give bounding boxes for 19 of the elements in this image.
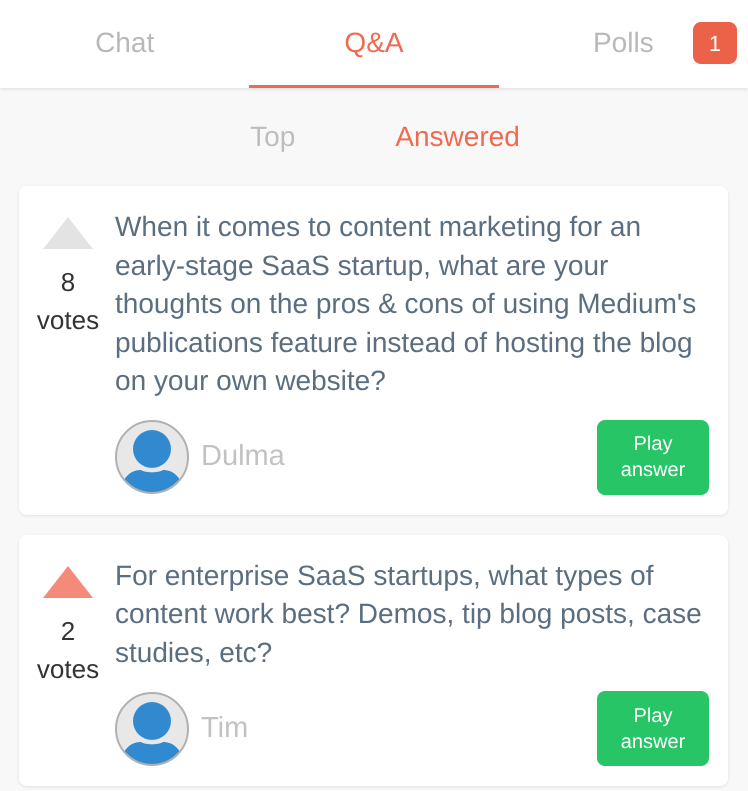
question-text: For enterprise SaaS startups, what types of content work best? Demos, tip blog posts, case studies, etc? bbox=[115, 558, 703, 670]
tab[interactable]: Chat bbox=[0, 0, 250, 88]
play-answer-button[interactable]: Play answer bbox=[597, 691, 709, 766]
votes-label: votes bbox=[36, 652, 100, 686]
person-silhouette-icon bbox=[115, 692, 189, 766]
person-silhouette-icon bbox=[115, 420, 189, 494]
author-name: Tim bbox=[201, 710, 248, 746]
tab[interactable]: Q&A bbox=[249, 0, 499, 88]
question-text: When it comes to content marketing for an early-stage SaaS startup, what are your thoughts on the pros & cons of using Medium's publications feature instead of hosting the blog on your own website? bbox=[115, 210, 698, 398]
vote-count: 2 bbox=[60, 614, 76, 648]
notification-badge: 1 bbox=[692, 22, 737, 64]
votes-label: votes bbox=[36, 304, 100, 337]
upvote-triangle-icon[interactable] bbox=[43, 217, 93, 249]
filter-tab[interactable]: Top bbox=[250, 116, 296, 158]
author-name: Dulma bbox=[201, 439, 285, 474]
play-answer-button[interactable]: Play answer bbox=[597, 420, 709, 494]
upvote-triangle-icon[interactable] bbox=[43, 566, 93, 598]
vote-count: 8 bbox=[60, 266, 76, 299]
filter-tab[interactable]: Answered bbox=[395, 116, 520, 158]
